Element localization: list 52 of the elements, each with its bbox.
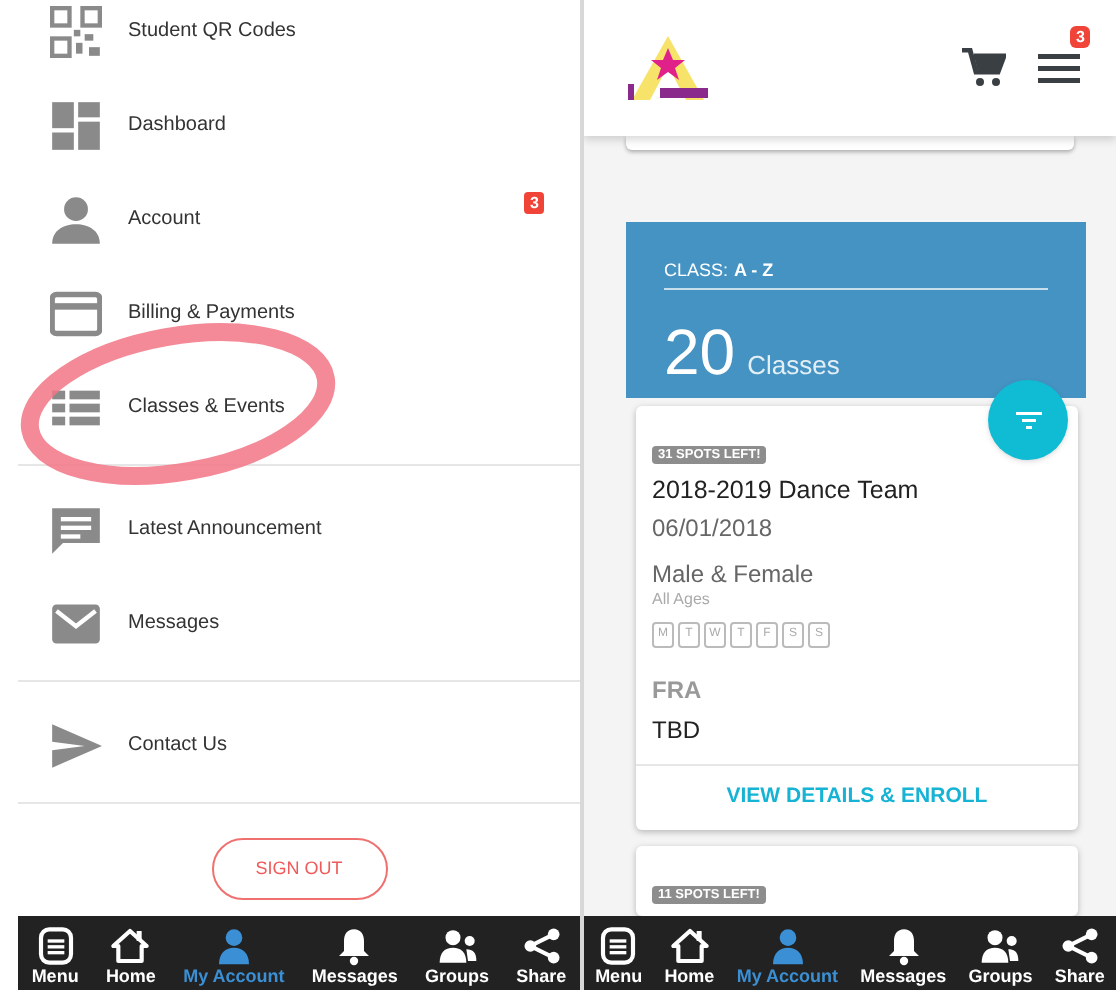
- location-label: FRA: [652, 674, 704, 707]
- nav-tab[interactable]: Messages: [311, 926, 398, 990]
- menu-item[interactable]: Student QR Codes: [18, 0, 580, 78]
- menu-icon: [35, 926, 76, 966]
- chat-bubble-icon: [50, 503, 102, 555]
- class-date: 06/01/2018: [652, 512, 775, 545]
- menu-item[interactable]: Account 3: [18, 172, 580, 266]
- gender-label: Male & Female: [652, 558, 816, 591]
- menu-item[interactable]: Classes & Events: [18, 360, 580, 454]
- home-icon: [110, 926, 151, 966]
- cart-icon: [962, 48, 1006, 88]
- cart-button[interactable]: [962, 48, 1006, 88]
- nav-tab[interactable]: Home: [105, 926, 156, 990]
- nav-tab[interactable]: Menu: [31, 926, 79, 990]
- time-label: TBD: [652, 714, 702, 747]
- nav-tab[interactable]: Groups: [968, 926, 1033, 990]
- nav-tab[interactable]: Messages: [860, 926, 947, 990]
- bell-icon: [334, 926, 375, 966]
- people-icon: [980, 926, 1021, 966]
- nav-tab[interactable]: My Account: [183, 926, 285, 990]
- menu-item[interactable]: Messages: [18, 576, 580, 670]
- menu-icon: [1038, 53, 1080, 83]
- send-icon: [50, 719, 102, 771]
- person-icon: [213, 926, 254, 966]
- nav-tab[interactable]: Share: [516, 926, 567, 990]
- nav-tab[interactable]: Menu: [595, 926, 643, 990]
- menu-item[interactable]: Latest Announcement: [18, 482, 580, 576]
- menu-item[interactable]: Billing & Payments: [18, 266, 580, 360]
- credit-card-icon: [50, 287, 102, 339]
- notification-badge: 3: [524, 192, 545, 214]
- nav-tab[interactable]: Home: [664, 926, 715, 990]
- share-icon: [521, 926, 562, 966]
- dashboard-icon: [50, 99, 102, 151]
- home-icon: [669, 926, 710, 966]
- class-title: 2018-2019 Dance Team: [652, 474, 921, 507]
- class-count: 20: [664, 318, 736, 387]
- filter-icon: [1015, 411, 1041, 429]
- nav-tab[interactable]: Groups: [425, 926, 490, 990]
- person-icon: [50, 193, 102, 245]
- nav-tab[interactable]: My Account: [736, 926, 838, 990]
- share-icon: [1059, 926, 1100, 966]
- menu-icon: [598, 926, 639, 966]
- notification-badge: 3: [1070, 25, 1091, 47]
- qr-code-icon: [50, 5, 102, 57]
- count-label: Classes: [747, 348, 840, 385]
- ages-label: All Ages: [652, 590, 712, 611]
- nav-tab[interactable]: Share: [1054, 926, 1105, 990]
- menu-item[interactable]: Contact Us: [18, 698, 580, 792]
- people-icon: [437, 926, 478, 966]
- filter-label: CLASS:: [664, 257, 729, 284]
- person-icon: [767, 926, 808, 966]
- menu-item[interactable]: Dashboard: [18, 78, 580, 172]
